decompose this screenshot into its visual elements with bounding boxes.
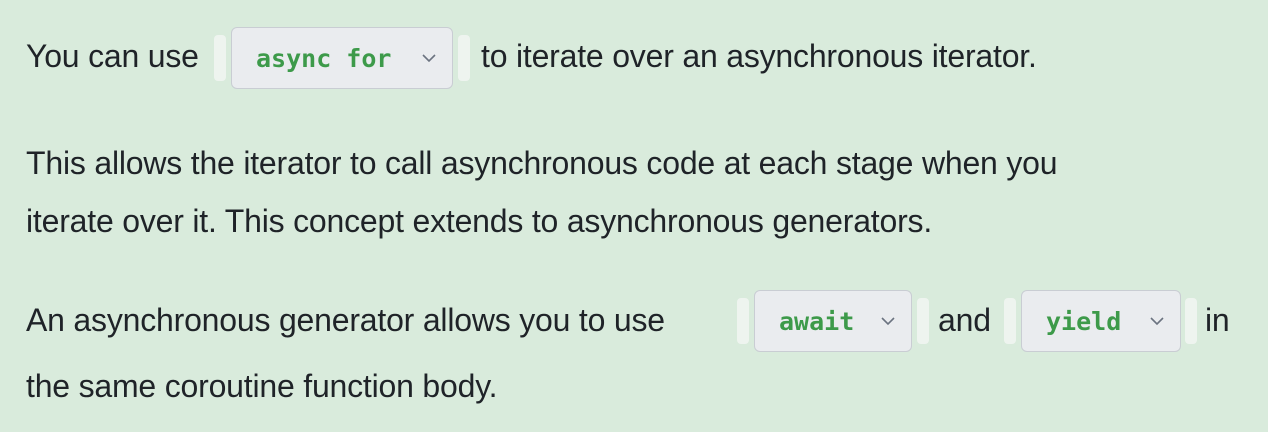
async-for-dropdown[interactable]: async for	[231, 27, 453, 89]
await-dropdown-wrap: await	[737, 290, 930, 352]
await-dropdown[interactable]: await	[754, 290, 912, 352]
yield-dropdown-value: yield	[1046, 306, 1122, 336]
paragraph1-before-text: You can use	[26, 38, 199, 74]
yield-dropdown-wrap: yield	[1004, 290, 1197, 352]
chevron-down-icon	[879, 312, 897, 330]
paragraph3-in-text: in	[1205, 302, 1230, 338]
yield-dropdown[interactable]: yield	[1021, 290, 1181, 352]
paragraph2-line1: This allows the iterator to call asynchr…	[26, 145, 1058, 181]
async-for-dropdown-wrap: async for	[214, 27, 470, 89]
paragraph2-line2: iterate over it. This concept extends to…	[26, 203, 933, 239]
chevron-down-icon	[1148, 312, 1166, 330]
chevron-down-icon	[420, 49, 438, 67]
async-for-dropdown-value: async for	[256, 43, 392, 73]
await-dropdown-value: await	[779, 306, 855, 336]
paragraph3-line2: the same coroutine function body.	[26, 368, 498, 404]
paragraph3-before-text: An asynchronous generator allows you to …	[26, 302, 665, 338]
paragraph3-and-text: and	[938, 302, 991, 338]
paragraph1-after-text: to iterate over an asynchronous iterator…	[481, 38, 1037, 74]
